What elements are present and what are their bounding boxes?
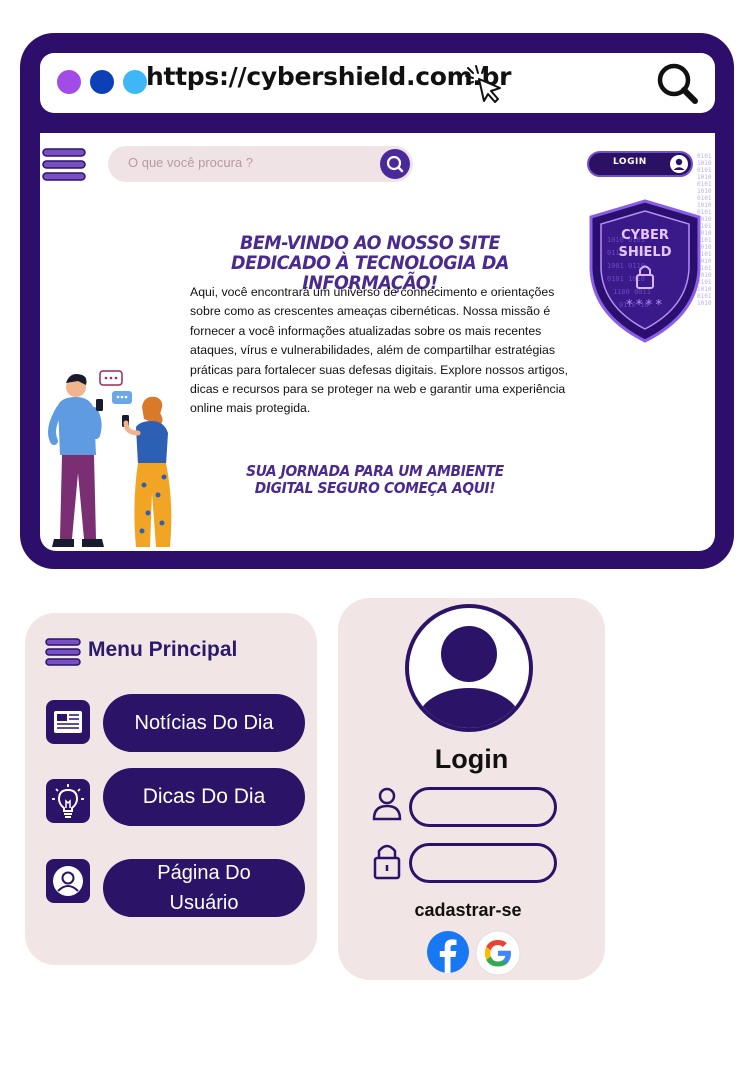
login-button[interactable]: LOGIN	[587, 151, 693, 177]
site-search-bar[interactable]: O que você procura ?	[108, 146, 413, 182]
user-icon[interactable]	[46, 859, 90, 903]
user-avatar-icon	[670, 155, 688, 173]
password-field[interactable]	[409, 843, 557, 883]
google-icon[interactable]	[475, 930, 521, 976]
hamburger-menu-icon[interactable]	[45, 638, 81, 666]
site-screen: 0101101001011010010110100101101001011010…	[40, 133, 715, 551]
login-card: Login cadastrar-se	[338, 598, 605, 980]
register-link[interactable]: cadastrar-se	[338, 900, 598, 921]
login-button-label: LOGIN	[613, 157, 647, 167]
username-field[interactable]	[409, 787, 557, 827]
facebook-icon[interactable]	[426, 930, 470, 974]
people-with-phones-illustration	[48, 370, 172, 547]
svg-text:1100 0011: 1100 0011	[613, 288, 651, 296]
window-dot-blue[interactable]	[90, 70, 114, 94]
cyber-shield-logo: 1010 0101 0110 1001 1001 0110 0101 1010 …	[589, 199, 701, 343]
search-placeholder[interactable]: O que você procura ?	[128, 155, 253, 170]
menu-title: Menu Principal	[88, 638, 238, 661]
shield-password-mask: ****	[625, 298, 664, 313]
lightbulb-icon[interactable]	[46, 779, 90, 823]
newspaper-icon[interactable]	[46, 700, 90, 744]
svg-text:1001 0110: 1001 0110	[607, 262, 645, 270]
search-icon[interactable]	[655, 61, 701, 107]
news-of-the-day-button[interactable]: Notícias Do Dia	[103, 694, 305, 752]
hamburger-menu-icon[interactable]	[42, 147, 86, 183]
user-page-button[interactable]: Página Do Usuário	[103, 859, 305, 917]
svg-text:0101 1010: 0101 1010	[607, 275, 645, 283]
welcome-paragraph: Aqui, você encontrará um universo de con…	[190, 285, 568, 416]
lock-icon	[373, 844, 401, 880]
url-text[interactable]: https://cybershield.com.br	[146, 62, 511, 91]
window-dot-purple[interactable]	[57, 70, 81, 94]
cursor-click-icon	[465, 65, 501, 103]
shield-text-cyber: CYBER	[621, 228, 669, 243]
search-icon	[386, 155, 404, 173]
tagline: SUA JORNADA PARA UM AMBIENTE DIGITAL SEG…	[246, 462, 504, 497]
search-button[interactable]	[380, 149, 410, 179]
tips-of-the-day-button[interactable]: Dicas Do Dia	[103, 768, 305, 826]
window-dot-lightblue[interactable]	[123, 70, 147, 94]
user-avatar-icon	[405, 604, 533, 732]
address-bar[interactable]: https://cybershield.com.br	[40, 53, 715, 113]
main-menu-card: Menu Principal Notícias Do Dia Dicas Do …	[25, 613, 317, 965]
login-title: Login	[434, 744, 509, 774]
shield-text-shield: SHIELD	[618, 245, 671, 260]
browser-window: https://cybershield.com.br 0101101001011…	[20, 33, 734, 569]
user-field-icon	[372, 787, 402, 821]
